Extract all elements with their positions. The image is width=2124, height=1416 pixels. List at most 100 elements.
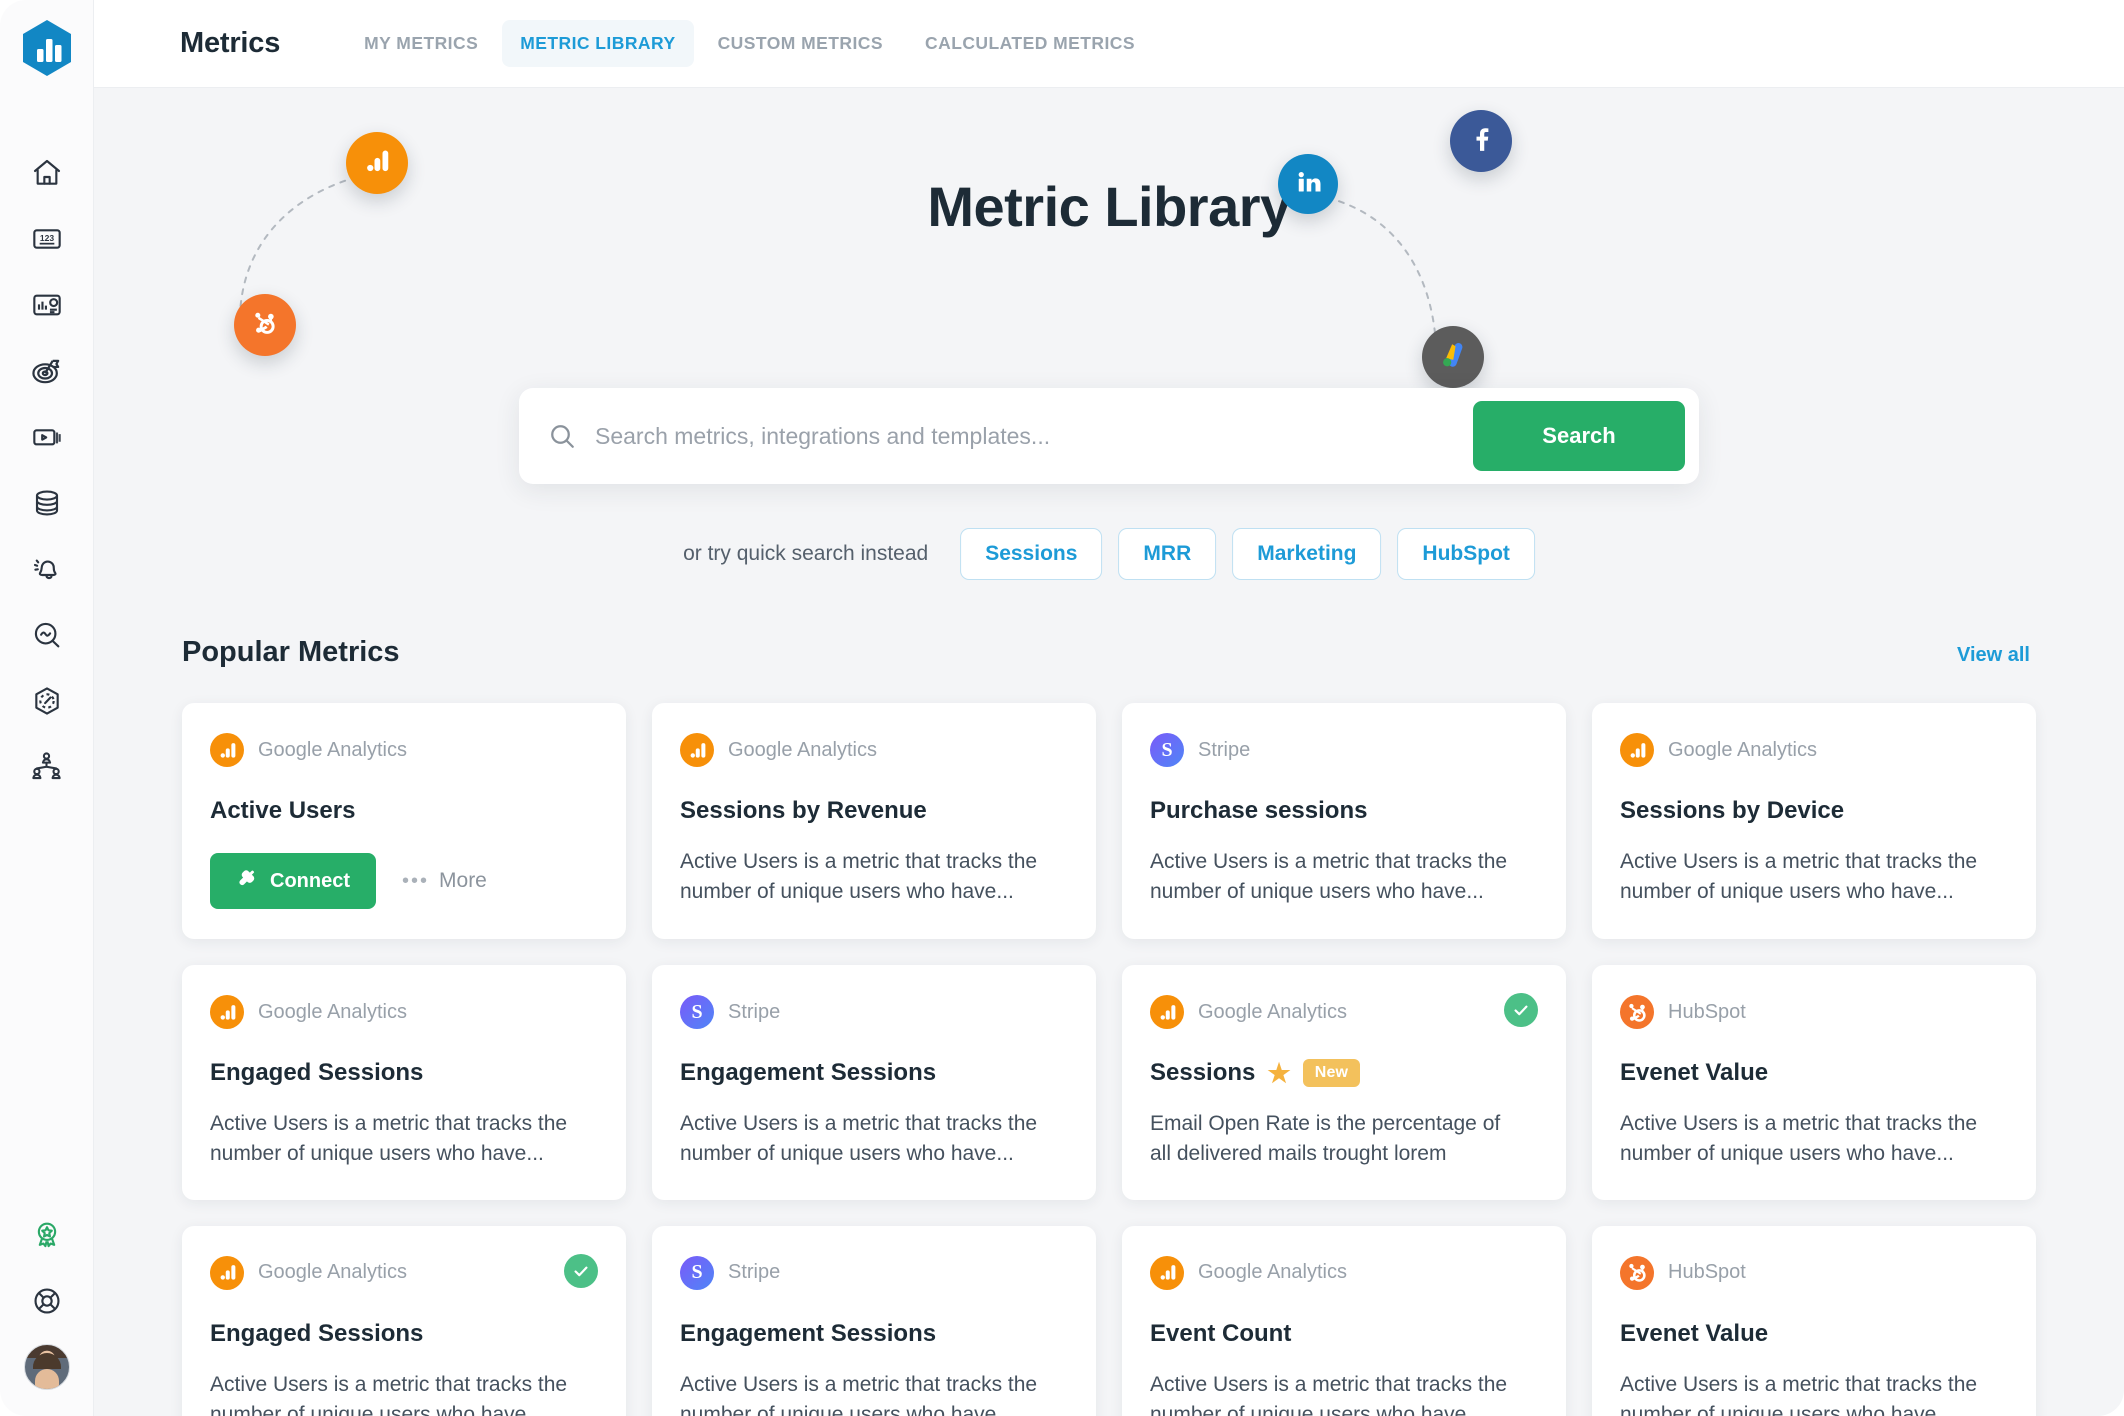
quick-chip-marketing[interactable]: Marketing <box>1232 528 1382 580</box>
card-source-name: Google Analytics <box>728 738 877 761</box>
metric-card[interactable]: Google Analytics Active Users Connect ••• Mo… <box>182 703 626 939</box>
google-analytics-icon <box>210 995 244 1029</box>
sidebar-item-team[interactable] <box>14 736 80 802</box>
tabs: MY METRICS METRIC LIBRARY CUSTOM METRICS… <box>346 20 1153 67</box>
stripe-icon: S <box>680 995 714 1029</box>
sidebar: 123 <box>0 0 94 1416</box>
card-title: Event Count <box>1150 1319 1292 1347</box>
card-title: Engaged Sessions <box>210 1059 424 1086</box>
card-source-name: Google Analytics <box>258 1261 407 1284</box>
card-title: Engagement Sessions <box>680 1059 937 1086</box>
card-source: Google Analytics <box>680 733 1068 767</box>
card-title: Sessions by Revenue <box>680 797 927 824</box>
card-description: Active Users is a metric that tracks the… <box>1620 1112 1978 1166</box>
card-actions: Connect ••• More <box>210 853 598 909</box>
quick-chip-hubspot[interactable]: HubSpot <box>1397 528 1535 580</box>
sidebar-item-goals[interactable] <box>14 340 80 406</box>
ellipsis-icon: ••• <box>402 869 430 892</box>
card-source: Google Analytics <box>210 1255 598 1290</box>
hubspot-badge[interactable] <box>234 294 296 356</box>
tab-my-metrics[interactable]: MY METRICS <box>346 20 496 67</box>
card-description: Active Users is a metric that tracks the… <box>680 1112 1038 1166</box>
metric-card[interactable]: HubSpot Evenet Value Active Users is a met… <box>1592 965 2036 1200</box>
metric-card[interactable]: S Stripe Engagement Sessions Active Users i… <box>652 1225 1096 1416</box>
google-analytics-icon <box>1150 1255 1184 1290</box>
linkedin-badge[interactable] <box>1278 154 1338 214</box>
connected-check-icon <box>564 1253 598 1288</box>
more-button-label: More <box>439 869 487 892</box>
home-icon <box>31 157 63 194</box>
section-header: Popular Metrics View all <box>94 636 2124 669</box>
tab-custom-metrics[interactable]: CUSTOM METRICS <box>700 20 901 67</box>
connect-button[interactable]: Connect <box>210 853 376 909</box>
sidebar-item-home[interactable] <box>14 142 80 208</box>
avatar[interactable] <box>23 1344 70 1390</box>
google-analytics-icon <box>1620 733 1654 767</box>
sidebar-item-presentations[interactable] <box>14 406 80 472</box>
metric-card[interactable]: Google Analytics Sessions by Revenue Activ… <box>652 703 1096 939</box>
sidebar-item-numbers[interactable]: 123 <box>14 208 80 274</box>
metric-card[interactable]: S Stripe Engagement Sessions Active Users i… <box>652 965 1096 1200</box>
metric-card[interactable]: Google Analytics Event Count Active Users … <box>1122 1225 1566 1416</box>
card-title: Evenet Value <box>1620 1059 1769 1086</box>
search-button[interactable]: Search <box>1473 401 1685 471</box>
card-description: Active Users is a metric that tracks the… <box>680 1372 1038 1416</box>
google-analytics-icon <box>680 733 714 767</box>
stripe-icon: S <box>1150 733 1184 767</box>
card-title: Sessions ★ New <box>1150 1059 1538 1087</box>
card-title: Evenet Value <box>1620 1319 1769 1347</box>
card-source: S Stripe <box>680 1255 1068 1290</box>
linkedin-icon <box>1293 167 1323 202</box>
card-source-name: Stripe <box>728 1000 781 1023</box>
card-description: Active Users is a metric that tracks the… <box>1620 1372 1978 1416</box>
sidebar-item-dashboards[interactable] <box>14 274 80 340</box>
search-input[interactable] <box>595 422 1473 450</box>
sidebar-bottom <box>14 1204 80 1416</box>
app-logo[interactable] <box>17 18 77 78</box>
google-ads-badge[interactable] <box>1422 326 1484 388</box>
tab-calculated-metrics[interactable]: CALCULATED METRICS <box>907 20 1153 67</box>
tab-metric-library[interactable]: METRIC LIBRARY <box>502 20 694 67</box>
metric-card[interactable]: Google Analytics Sessions by Device Active… <box>1592 703 2036 939</box>
card-source-name: HubSpot <box>1668 1261 1746 1284</box>
hubspot-icon <box>249 307 281 344</box>
metric-card[interactable]: HubSpot Evenet Value Active Users is a met… <box>1592 1225 2036 1416</box>
sidebar-item-help[interactable] <box>14 1270 80 1336</box>
new-badge: New <box>1302 1059 1361 1087</box>
card-title: Sessions by Device <box>1620 797 1845 824</box>
popular-metrics-heading: Popular Metrics <box>182 636 400 668</box>
metric-card[interactable]: Google Analytics Engaged Sessions Active U… <box>182 965 626 1200</box>
sidebar-item-insights[interactable] <box>14 604 80 670</box>
top-bar: Metrics MY METRICS METRIC LIBRARY CUSTOM… <box>94 0 2124 88</box>
google-analytics-icon <box>1150 995 1184 1029</box>
bell-alert-icon <box>31 553 63 590</box>
sidebar-item-alerts[interactable] <box>14 538 80 604</box>
card-description: Active Users is a metric that tracks the… <box>680 850 1038 904</box>
google-analytics-icon <box>362 146 392 181</box>
quick-chip-mrr[interactable]: MRR <box>1118 528 1217 580</box>
more-button[interactable]: ••• More <box>402 869 487 893</box>
view-all-link[interactable]: View all <box>1957 644 2030 667</box>
insight-search-icon <box>31 619 63 656</box>
metric-card[interactable]: S Stripe Purchase sessions Active Users is … <box>1122 703 1566 939</box>
speedometer-icon <box>31 685 63 722</box>
card-source-name: Google Analytics <box>1198 1261 1347 1284</box>
team-org-icon <box>30 750 63 788</box>
card-source: Google Analytics <box>1620 733 2008 767</box>
google-analytics-icon <box>210 733 244 767</box>
facebook-badge[interactable] <box>1450 110 1512 172</box>
lifebuoy-help-icon <box>31 1285 63 1322</box>
card-source-name: Stripe <box>728 1261 781 1284</box>
card-source-name: Google Analytics <box>258 738 407 761</box>
metric-card[interactable]: Google Analytics Sessions ★ New Email Open R… <box>1122 965 1566 1200</box>
sidebar-item-data-sources[interactable] <box>14 472 80 538</box>
quick-search-label: or try quick search instead <box>683 542 929 565</box>
google-analytics-badge[interactable] <box>346 132 408 194</box>
card-description: Active Users is a metric that tracks the… <box>1620 850 1978 904</box>
quick-chip-sessions[interactable]: Sessions <box>960 528 1103 580</box>
numbers-123-icon: 123 <box>31 223 63 260</box>
metric-card[interactable]: Google Analytics Engaged Sessions Active U… <box>182 1225 626 1416</box>
sidebar-item-performance[interactable] <box>14 670 80 736</box>
card-description: Active Users is a metric that tracks the… <box>210 1112 568 1166</box>
sidebar-item-achievements[interactable] <box>14 1204 80 1270</box>
